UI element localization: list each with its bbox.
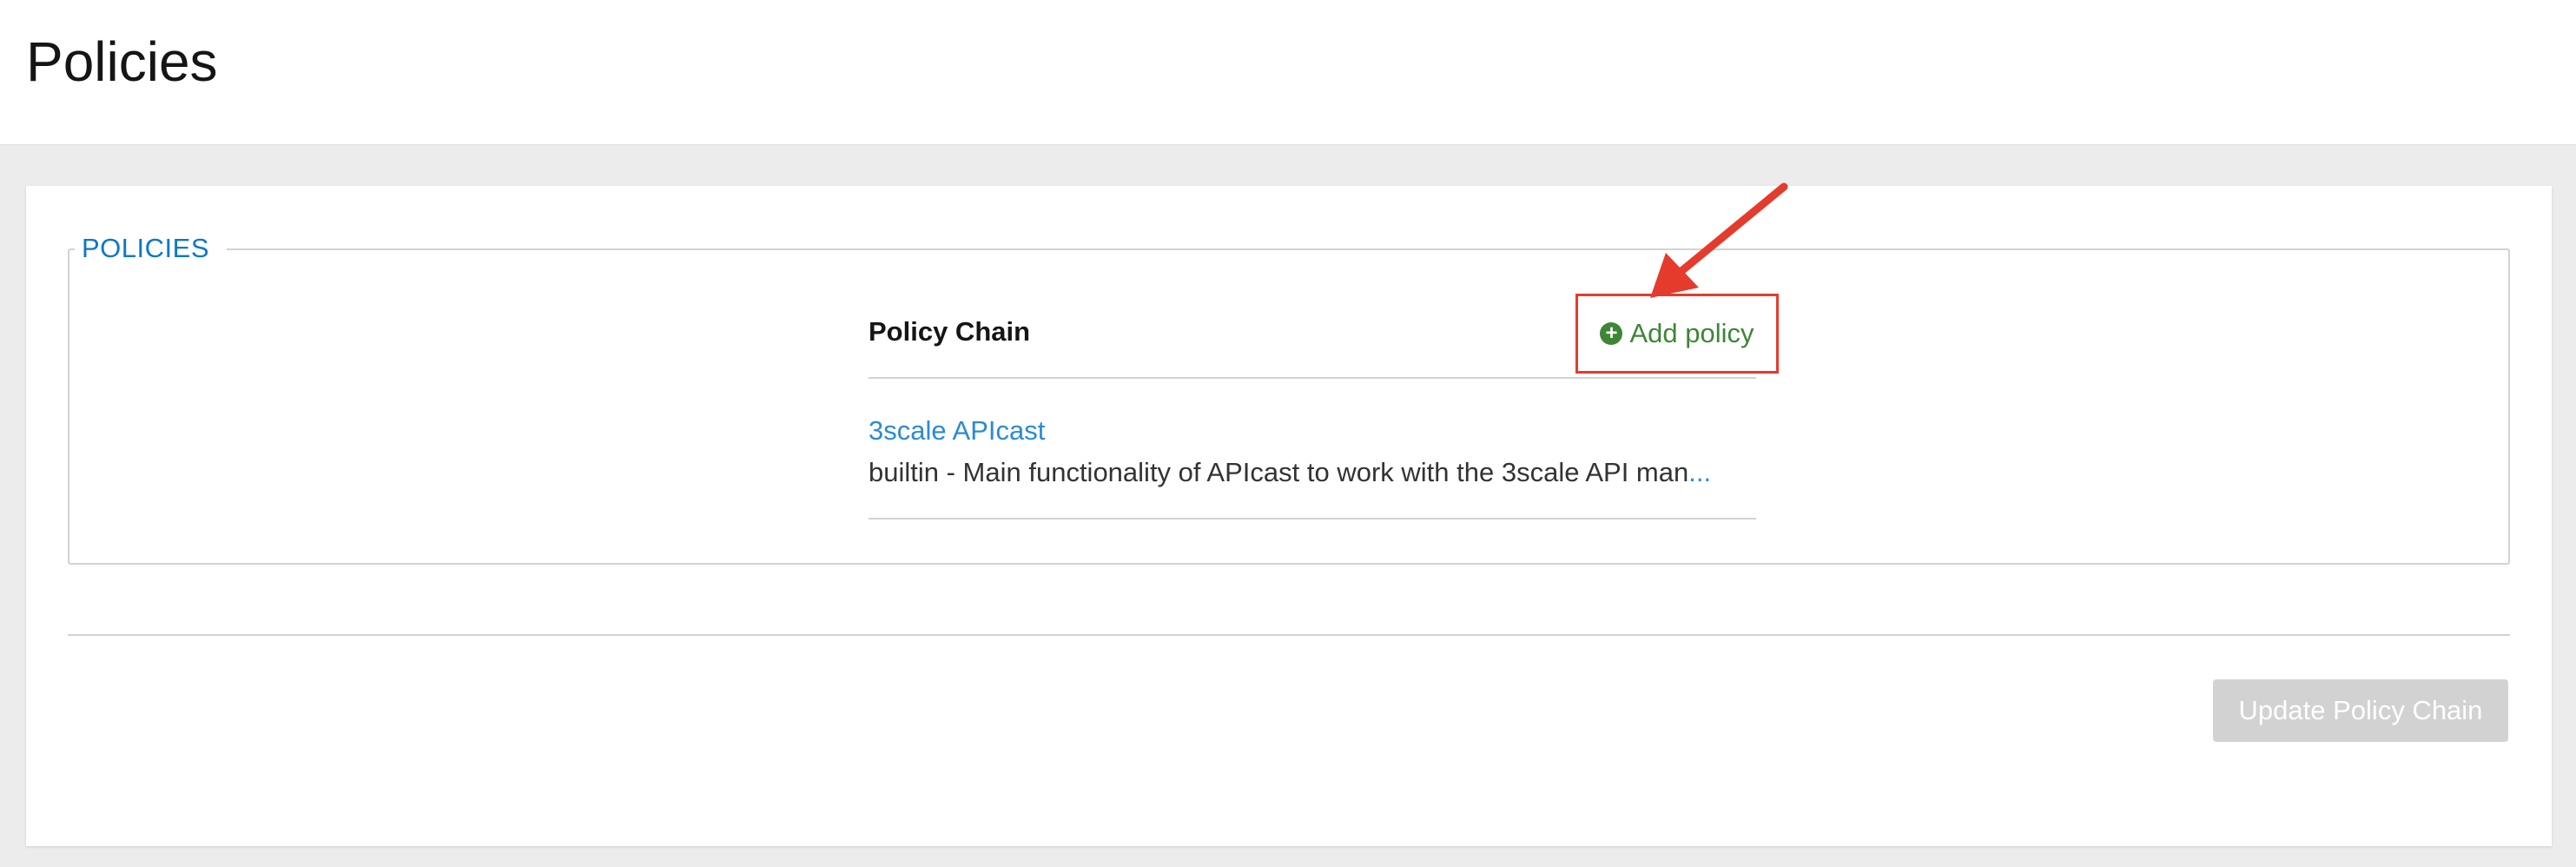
policies-fieldset: POLICIES Policy Chain 3scale APIcast bui… — [68, 231, 2510, 565]
policy-description-text: builtin - Main functionality of APIcast … — [869, 457, 1689, 487]
policies-card: POLICIES Policy Chain 3scale APIcast bui… — [26, 186, 2552, 846]
policy-description: builtin - Main functionality of APIcast … — [869, 455, 1756, 490]
policies-legend: POLICIES — [75, 231, 227, 266]
policy-description-ellipsis: ... — [1688, 457, 1712, 487]
policy-item[interactable]: 3scale APIcast builtin - Main functional… — [869, 377, 1756, 520]
plus-circle-icon: + — [1600, 322, 1623, 345]
update-policy-chain-button[interactable]: Update Policy Chain — [2213, 679, 2508, 742]
divider — [68, 634, 2510, 636]
red-arrow-icon — [1650, 182, 1788, 298]
policy-name-link[interactable]: 3scale APIcast — [869, 414, 1045, 448]
policy-chain-title: Policy Chain — [869, 316, 1031, 347]
page-header: Policies — [0, 0, 2576, 144]
page-title: Policies — [26, 30, 218, 93]
add-policy-label: Add policy — [1629, 318, 1754, 348]
